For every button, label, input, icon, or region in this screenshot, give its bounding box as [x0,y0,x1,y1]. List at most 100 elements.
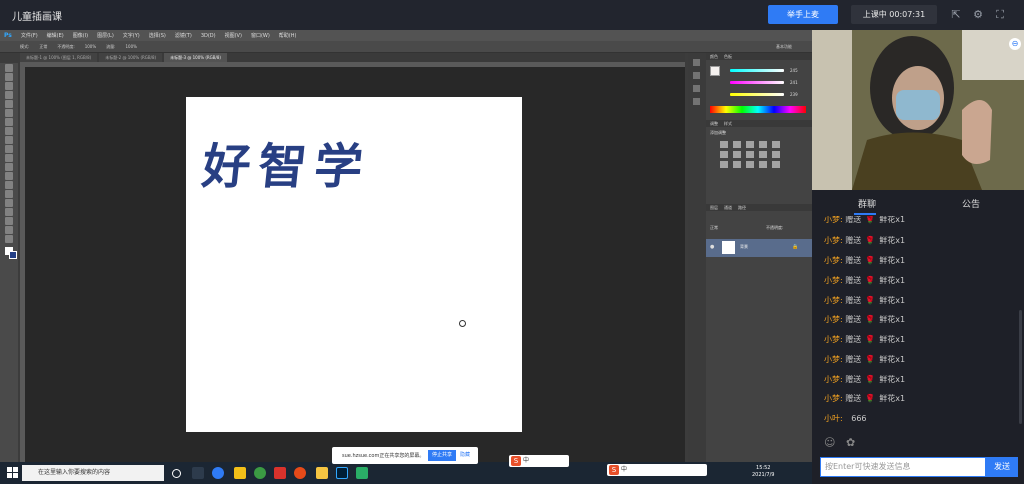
tab-channels[interactable]: 通道 [724,204,732,211]
blue-slider[interactable] [730,93,784,96]
lasso-tool-icon[interactable] [5,82,13,90]
menu-view[interactable]: 视图(V) [225,32,242,39]
menu-type[interactable]: 文字(Y) [123,32,140,39]
menu-image[interactable]: 图像(I) [73,32,88,39]
folder-icon[interactable] [316,467,328,479]
move-tool-icon[interactable] [5,64,13,72]
brush-tool-icon[interactable] [5,127,13,135]
shape-tool-icon[interactable] [5,217,13,225]
tab-announcement[interactable]: 公告 [962,197,980,210]
task-view-icon[interactable] [192,467,204,479]
text-tool-icon[interactable] [5,199,13,207]
emoji-icon[interactable]: ☺ [824,436,835,449]
chat-input[interactable]: 按Enter可快速发送信息 [820,457,986,477]
marquee-tool-icon[interactable] [5,73,13,81]
app-icon[interactable] [212,467,224,479]
exposure-icon[interactable] [759,141,767,148]
stop-share-button[interactable]: 停止共享 [428,450,456,461]
tab-swatches[interactable]: 色板 [724,53,732,60]
blue-value[interactable]: 239 [790,92,798,97]
screen-share-icon[interactable]: ⊖ [1009,38,1021,50]
tab-group-chat[interactable]: 群聊 [858,197,876,210]
green-value[interactable]: 241 [790,80,798,85]
selective-color-icon[interactable] [772,161,780,168]
gradient-tool-icon[interactable] [5,163,13,171]
properties-panel-icon[interactable] [693,72,700,79]
document-canvas[interactable]: 好智学 [186,97,522,432]
red-value[interactable]: 245 [790,68,798,73]
windows-start-icon[interactable] [7,467,18,478]
bw-icon[interactable] [746,151,754,158]
tab-styles[interactable]: 样式 [724,120,732,127]
gift-flower-icon[interactable]: ✿ [846,436,855,449]
layer-row[interactable]: ● 背景 🔒 [706,239,812,257]
send-button[interactable]: 发送 [986,457,1018,477]
healing-tool-icon[interactable] [5,118,13,126]
history-brush-icon[interactable] [5,145,13,153]
app-icon[interactable] [254,467,266,479]
hue-icon[interactable] [720,151,728,158]
curves-icon[interactable] [746,141,754,148]
green-slider[interactable] [730,81,784,84]
eraser-tool-icon[interactable] [5,154,13,162]
taskbar-search[interactable]: 在这里输入你要搜索的内容 [22,465,164,481]
color-swatch[interactable] [710,66,720,76]
vibrance-icon[interactable] [772,141,780,148]
hide-share-link[interactable]: 隐藏 [460,451,470,458]
menu-layer[interactable]: 图层(L) [97,32,114,39]
dodge-tool-icon[interactable] [5,181,13,189]
photoshop-icon[interactable] [336,467,348,479]
hand-tool-icon[interactable] [5,226,13,234]
menu-help[interactable]: 帮助(H) [279,32,297,39]
fullscreen-icon[interactable]: ⛶ [994,9,1006,21]
invert-icon[interactable] [720,161,728,168]
eye-icon[interactable]: ● [710,244,714,250]
zoom-tool-icon[interactable] [5,235,13,243]
menu-filter[interactable]: 滤镜(T) [175,32,192,39]
menu-file[interactable]: 文件(F) [21,32,38,39]
cortana-icon[interactable] [172,469,181,478]
workspace-select[interactable]: 基本功能 [776,44,792,50]
wps-icon[interactable] [274,467,286,479]
doc-tab-active[interactable]: 未标题-3 @ 100% (RGB/8) [164,53,227,62]
gear-icon[interactable]: ⚙ [972,9,984,21]
blend-mode[interactable]: 正常 [710,225,718,231]
crop-tool-icon[interactable] [5,100,13,108]
raise-hand-button[interactable]: 举手上麦 [768,5,838,24]
color-spectrum[interactable] [710,106,806,113]
stamp-tool-icon[interactable] [5,136,13,144]
balance-icon[interactable] [733,151,741,158]
chrome-icon[interactable] [294,467,306,479]
red-slider[interactable] [730,69,784,72]
path-select-icon[interactable] [5,208,13,216]
app-icon[interactable] [234,467,246,479]
tab-paths[interactable]: 路径 [738,204,746,211]
menu-3d[interactable]: 3D(D) [201,33,216,39]
gradient-map-icon[interactable] [759,161,767,168]
brush-panel-icon[interactable] [693,85,700,92]
share-out-icon[interactable]: ⇱ [950,9,962,21]
opt-mode[interactable]: 正常 [39,44,47,50]
char-panel-icon[interactable] [693,98,700,105]
history-panel-icon[interactable] [693,59,700,66]
tab-layers[interactable]: 图层 [710,204,718,211]
brightness-icon[interactable] [720,141,728,148]
doc-tab[interactable]: 未标题-2 @ 100% (RGB/8) [99,53,163,62]
tab-adjustments[interactable]: 调整 [710,120,718,127]
doc-tab[interactable]: 未标题-1 @ 100% (图层 1, RGB/8) [20,53,98,62]
pen-tool-icon[interactable] [5,190,13,198]
menu-window[interactable]: 窗口(W) [251,32,270,39]
magic-wand-tool-icon[interactable] [5,91,13,99]
opt-opacity[interactable]: 100% [85,44,96,49]
ime-toolbar-2[interactable]: S中 [607,464,707,476]
photo-filter-icon[interactable] [759,151,767,158]
ime-toolbar[interactable]: S中 [509,455,569,467]
eyedropper-tool-icon[interactable] [5,109,13,117]
levels-icon[interactable] [733,141,741,148]
tab-color[interactable]: 颜色 [710,53,718,60]
posterize-icon[interactable] [733,161,741,168]
mixer-icon[interactable] [772,151,780,158]
blur-tool-icon[interactable] [5,172,13,180]
opt-flow[interactable]: 100% [126,44,137,49]
wechat-icon[interactable] [356,467,368,479]
